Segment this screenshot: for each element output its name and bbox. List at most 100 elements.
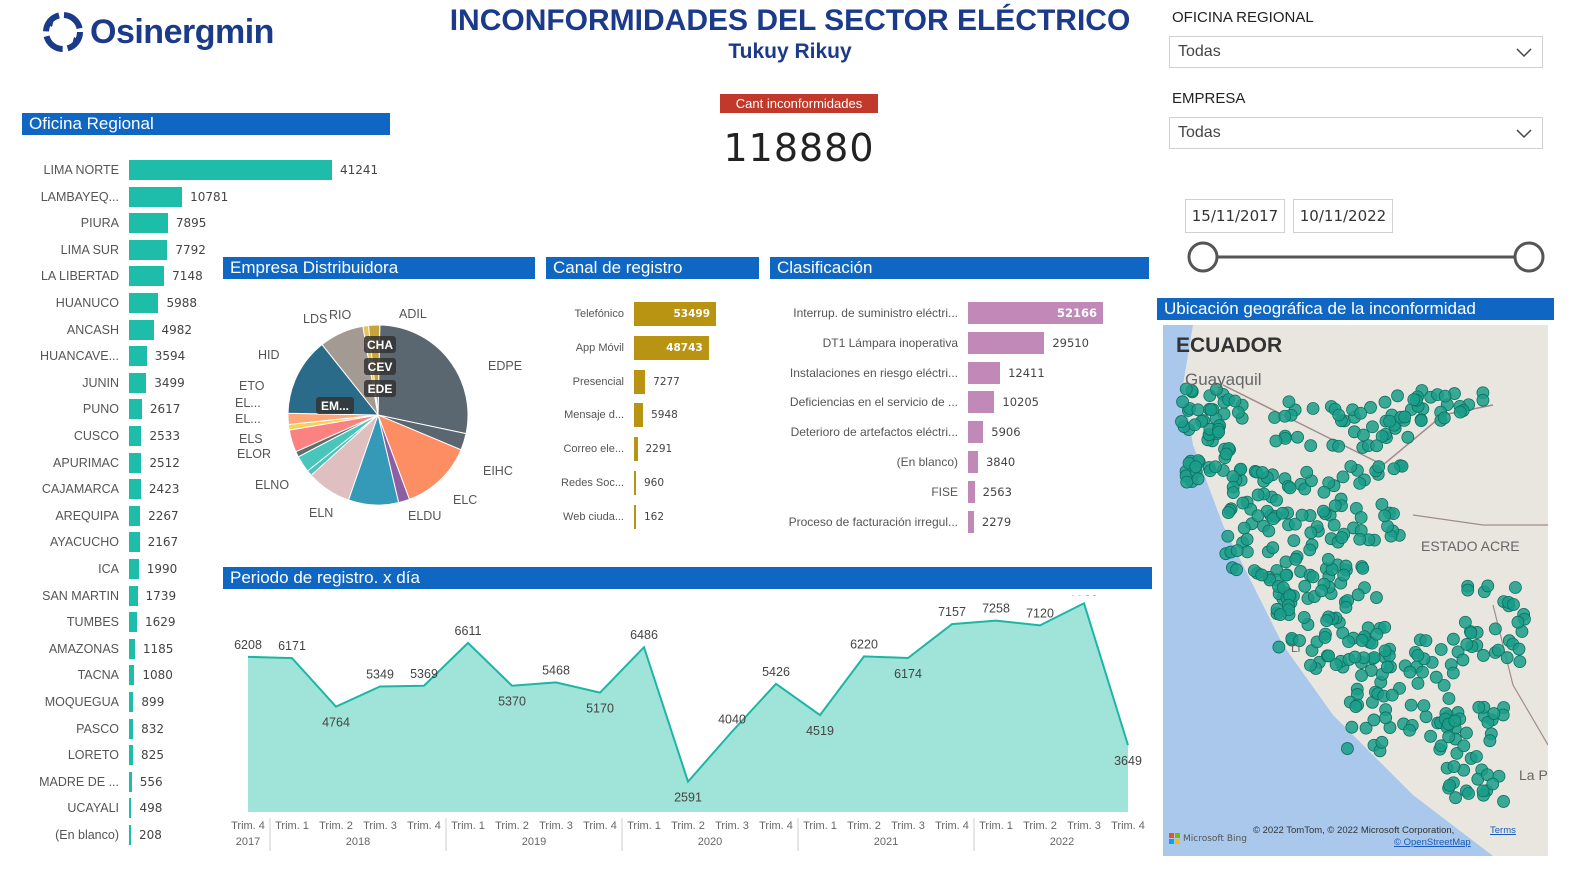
map-point[interactable]: [1191, 472, 1205, 486]
bar[interactable]: [129, 426, 142, 446]
map-point[interactable]: [1411, 676, 1425, 690]
map-point[interactable]: [1236, 496, 1250, 510]
map-point[interactable]: [1476, 784, 1490, 798]
bar[interactable]: [129, 346, 147, 367]
bar[interactable]: [129, 798, 132, 819]
map-point[interactable]: [1221, 506, 1235, 519]
map-point[interactable]: [1303, 543, 1317, 557]
map-point[interactable]: [1304, 439, 1318, 453]
map-point[interactable]: [1458, 615, 1472, 629]
map-point[interactable]: [1380, 660, 1394, 674]
bar[interactable]: [129, 745, 134, 766]
date-range-slider[interactable]: [1187, 240, 1547, 274]
map-point[interactable]: [1460, 726, 1473, 740]
map-point[interactable]: [1481, 579, 1495, 593]
bar[interactable]: [634, 504, 636, 529]
map-point[interactable]: [1336, 470, 1350, 484]
map-point[interactable]: [1443, 778, 1456, 792]
map-point[interactable]: [1219, 447, 1233, 461]
map-point[interactable]: [1442, 692, 1456, 705]
map-point[interactable]: [1317, 485, 1331, 499]
map-point[interactable]: [1189, 460, 1203, 474]
map-point[interactable]: [1204, 403, 1218, 417]
map-point[interactable]: [1306, 402, 1320, 415]
map-point[interactable]: [1366, 420, 1379, 434]
map-point[interactable]: [1513, 655, 1527, 669]
map-point[interactable]: [1403, 665, 1417, 679]
map-point[interactable]: [1367, 713, 1381, 727]
map-point[interactable]: [1315, 584, 1328, 598]
map-point[interactable]: [1370, 627, 1384, 641]
map-point[interactable]: [1270, 493, 1283, 507]
map-point[interactable]: [1344, 460, 1358, 473]
map-point[interactable]: [1255, 568, 1269, 582]
map-point[interactable]: [1497, 795, 1510, 808]
map-point[interactable]: [1221, 529, 1235, 543]
map-point[interactable]: [1456, 653, 1470, 667]
map-point[interactable]: [1414, 414, 1428, 428]
map-point[interactable]: [1464, 626, 1478, 640]
bar[interactable]: [129, 692, 134, 712]
map-point[interactable]: [1332, 408, 1346, 422]
map-point[interactable]: [1176, 395, 1189, 409]
map-point[interactable]: [1483, 734, 1497, 748]
map-point[interactable]: [1341, 742, 1354, 755]
bar[interactable]: [634, 369, 646, 394]
map-point[interactable]: [1429, 670, 1443, 684]
slider-end-handle[interactable]: [1513, 241, 1545, 273]
map-point[interactable]: [1460, 638, 1474, 651]
map-point[interactable]: [1508, 581, 1522, 594]
map-point[interactable]: [1512, 642, 1526, 656]
bar[interactable]: [634, 403, 644, 428]
map-point[interactable]: [1488, 622, 1502, 636]
map-point[interactable]: [1398, 410, 1412, 424]
map-point[interactable]: [1424, 729, 1438, 743]
map-point[interactable]: [1375, 497, 1389, 511]
map-point[interactable]: [1403, 723, 1416, 737]
map-point[interactable]: [1191, 403, 1205, 417]
map-point[interactable]: [1317, 504, 1330, 518]
map-point[interactable]: [1353, 476, 1367, 490]
map-point[interactable]: [1416, 665, 1429, 679]
bar[interactable]: [129, 186, 183, 207]
map-point[interactable]: [1297, 611, 1311, 624]
map-point[interactable]: [1417, 699, 1431, 713]
bar[interactable]: [968, 480, 975, 503]
bar[interactable]: [968, 391, 995, 414]
map-point[interactable]: [1447, 760, 1461, 773]
bar[interactable]: [634, 471, 636, 495]
map-point[interactable]: [1375, 735, 1389, 749]
bar[interactable]: [129, 479, 141, 500]
map-point[interactable]: [1470, 750, 1483, 763]
map-point[interactable]: [1322, 649, 1335, 663]
map-osm-link[interactable]: © OpenStreetMap: [1394, 837, 1471, 848]
map-point[interactable]: [1339, 600, 1353, 614]
bar[interactable]: [129, 771, 132, 792]
map-point[interactable]: [1349, 700, 1363, 713]
map-point[interactable]: [1378, 395, 1392, 409]
map-point[interactable]: [1370, 439, 1384, 453]
map-point[interactable]: [1348, 650, 1362, 664]
map-point[interactable]: [1407, 393, 1421, 407]
map-point[interactable]: [1291, 430, 1304, 444]
map-point[interactable]: [1237, 521, 1251, 535]
map-point[interactable]: [1448, 714, 1462, 728]
map-point[interactable]: [1419, 710, 1433, 724]
bar[interactable]: [129, 532, 140, 553]
map-point[interactable]: [1477, 649, 1490, 662]
bar[interactable]: [129, 319, 154, 340]
map-point[interactable]: [1383, 414, 1396, 428]
map-point[interactable]: [1449, 791, 1462, 805]
bar[interactable]: [129, 399, 142, 420]
map-point[interactable]: [1306, 570, 1320, 584]
map-point[interactable]: [1175, 415, 1188, 428]
slider-start-handle[interactable]: [1187, 241, 1219, 273]
map-terms-link[interactable]: Terms: [1490, 825, 1516, 836]
map-point[interactable]: [1240, 532, 1254, 546]
map-point[interactable]: [1328, 499, 1342, 513]
map-point[interactable]: [1272, 640, 1286, 654]
map-point[interactable]: [1295, 508, 1309, 522]
map-point[interactable]: [1370, 591, 1383, 604]
bar[interactable]: [129, 213, 168, 234]
map-point[interactable]: [1304, 658, 1317, 672]
